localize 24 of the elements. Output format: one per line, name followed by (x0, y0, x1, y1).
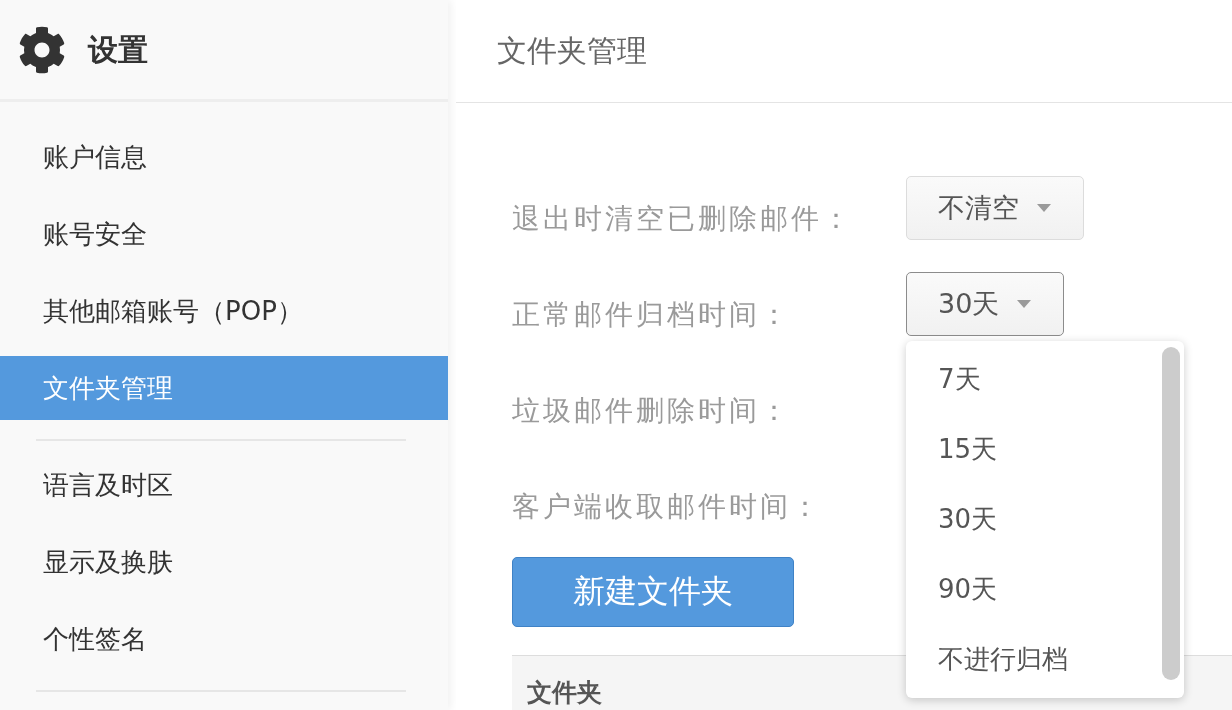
setting-label: 退出时清空已删除邮件： (512, 201, 854, 236)
sidebar-item[interactable]: 显示及换肤 (0, 530, 448, 594)
setting-label: 客户端收取邮件时间： (512, 489, 823, 524)
menu-item[interactable]: 7天 (906, 344, 1138, 414)
caret-icon (1037, 204, 1051, 212)
sidebar-item[interactable]: 账户信息 (0, 125, 448, 189)
dropdown[interactable]: 30天 (906, 272, 1065, 336)
caret-icon (1017, 300, 1032, 308)
page-title: 文件夹管理 (497, 33, 647, 69)
dropdown[interactable]: 不清空 (906, 176, 1084, 240)
sidebar-item[interactable]: 其他邮箱账号（POP） (0, 279, 448, 343)
setting-label: 正常邮件归档时间： (512, 297, 792, 332)
scrollbar[interactable] (1162, 347, 1180, 680)
sidebar-title: 设置 (88, 31, 148, 68)
sidebar-item[interactable]: 账号安全 (0, 202, 448, 266)
menu-item[interactable]: 90天 (906, 554, 1138, 624)
column-header: 文件夹 (527, 678, 602, 709)
menu-item[interactable]: 15天 (906, 414, 1138, 484)
menu-item[interactable]: 30天 (906, 484, 1138, 554)
sidebar-item[interactable]: 语言及时区 (0, 453, 448, 517)
settings-icon (18, 25, 66, 74)
sidebar-item[interactable]: 个性签名 (0, 607, 448, 671)
setting-label: 垃圾邮件删除时间： (512, 393, 792, 428)
menu-item[interactable]: 不进行归档 (906, 624, 1138, 694)
